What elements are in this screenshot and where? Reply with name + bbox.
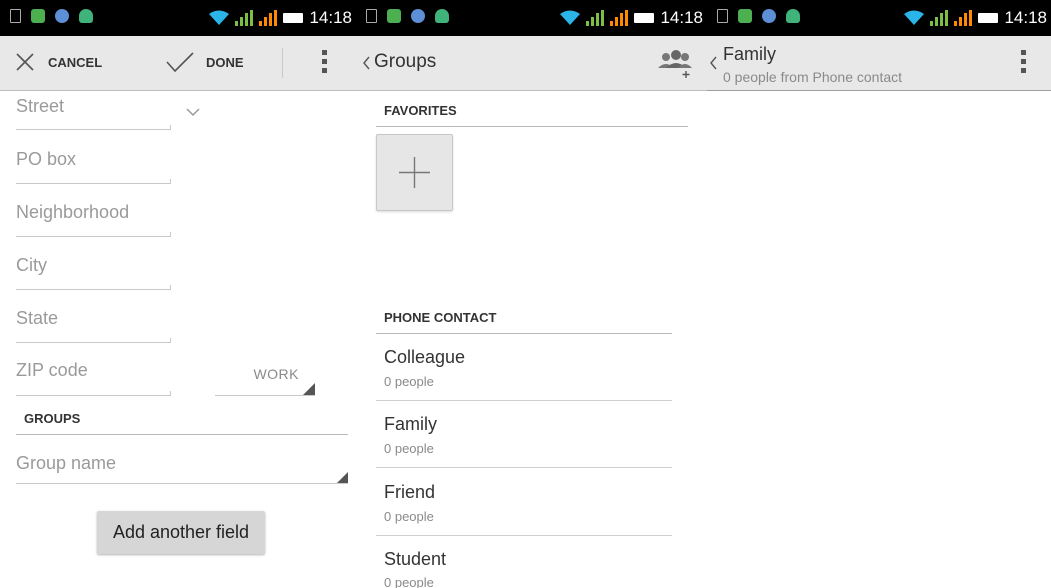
group-name: Colleague [384, 347, 466, 367]
zip-code-field[interactable]: ZIP code [16, 360, 88, 381]
status-indicators: 14:18 [904, 8, 1047, 28]
signal-icon [235, 10, 254, 26]
android-icon [786, 9, 800, 23]
action-divider [282, 48, 283, 78]
done-button[interactable]: DONE [206, 55, 244, 70]
spinner-corner-icon[interactable] [337, 472, 348, 483]
group-name: Student [384, 549, 447, 569]
clock: 14:18 [1004, 8, 1047, 27]
city-underline [16, 285, 171, 290]
list-divider [376, 467, 672, 468]
group-count: 0 people [384, 509, 434, 524]
group-count: 0 people [384, 374, 434, 389]
neighborhood-underline [16, 232, 171, 237]
group-count: 0 people [384, 441, 434, 456]
spinner-corner-icon [303, 383, 315, 395]
add-favorite-tile[interactable] [376, 134, 453, 211]
android-icon [79, 9, 93, 23]
plus-icon [399, 157, 430, 188]
usb-icon [55, 9, 69, 23]
sim-icon [366, 9, 377, 23]
battery-icon [634, 13, 655, 23]
wifi-icon [904, 10, 925, 25]
usb-icon [411, 9, 425, 23]
status-bar: 14:18 [0, 0, 356, 36]
status-bar: 14:18 [707, 0, 1051, 36]
add-another-field-label: Add another field [112, 522, 250, 542]
group-detail-screen: 14:18 Family 0 people from Phone contact [707, 0, 1051, 588]
street-underline [16, 125, 171, 130]
sim-icon [717, 9, 728, 23]
signal-icon [259, 10, 278, 26]
app-notification-icon [738, 9, 752, 23]
signal-icon [954, 10, 973, 26]
overflow-menu-icon[interactable] [1021, 50, 1026, 77]
po-box-field[interactable]: PO box [16, 149, 76, 170]
address-type-label: WORK [253, 366, 299, 382]
battery-icon [283, 13, 304, 23]
notification-icons [10, 9, 93, 23]
check-icon[interactable] [166, 52, 194, 72]
street-field[interactable]: Street [16, 96, 64, 117]
android-icon [435, 9, 449, 23]
app-notification-icon [31, 9, 45, 23]
city-field[interactable]: City [16, 255, 47, 276]
overflow-menu-icon[interactable] [322, 50, 327, 77]
back-chevron-icon[interactable] [363, 56, 370, 70]
clock: 14:18 [309, 8, 352, 27]
notification-icons [366, 9, 449, 23]
signal-icon [586, 10, 605, 26]
neighborhood-field[interactable]: Neighborhood [16, 202, 129, 223]
favorites-section-header: FAVORITES [384, 103, 457, 118]
list-divider [376, 535, 672, 536]
groups-screen: 14:18 Groups FAVORITES PHONE CONTACT Col… [356, 0, 707, 588]
group-subtitle: 0 people from Phone contact [723, 69, 903, 85]
wifi-icon [209, 10, 230, 25]
add-another-field-button[interactable]: Add another field [97, 511, 265, 554]
status-indicators: 14:18 [560, 8, 703, 28]
action-bar: Family 0 people from Phone contact [707, 36, 1051, 91]
phone-contact-section-header: PHONE CONTACT [384, 310, 497, 325]
action-bar: Groups [356, 36, 707, 91]
groups-section-header: GROUPS [24, 411, 81, 426]
state-field[interactable]: State [16, 308, 58, 329]
list-divider [376, 400, 672, 401]
group-count: 0 people [384, 575, 434, 588]
close-icon[interactable] [16, 53, 34, 71]
group-name-underline [16, 483, 348, 484]
usb-icon [762, 9, 776, 23]
po-box-underline [16, 179, 171, 184]
group-name: Friend [384, 482, 436, 502]
chevron-down-icon[interactable] [186, 108, 200, 117]
signal-icon [930, 10, 949, 26]
group-name-field[interactable]: Group name [16, 453, 116, 474]
signal-icon [610, 10, 629, 26]
group-title[interactable]: Family [723, 44, 776, 65]
sim-icon [10, 9, 21, 23]
status-bar: 14:18 [356, 0, 707, 36]
clock: 14:18 [660, 8, 703, 27]
edit-contact-screen: 14:18 CANCEL DONE Street PO box Neighbor… [0, 0, 356, 588]
add-group-icon[interactable] [656, 48, 696, 78]
zip-code-underline [16, 391, 171, 396]
notification-icons [717, 9, 800, 23]
state-underline [16, 338, 171, 343]
action-bar: CANCEL DONE [0, 36, 356, 91]
phone-contact-divider [376, 333, 672, 334]
battery-icon [978, 13, 999, 23]
address-type-spinner[interactable]: WORK [215, 366, 315, 396]
favorites-divider [376, 126, 688, 127]
groups-title[interactable]: Groups [374, 51, 436, 73]
wifi-icon [560, 10, 581, 25]
status-indicators: 14:18 [209, 8, 352, 28]
cancel-button[interactable]: CANCEL [48, 55, 102, 70]
back-chevron-icon[interactable] [710, 56, 717, 70]
group-name: Family [384, 414, 437, 434]
groups-divider [16, 434, 348, 435]
app-notification-icon [387, 9, 401, 23]
